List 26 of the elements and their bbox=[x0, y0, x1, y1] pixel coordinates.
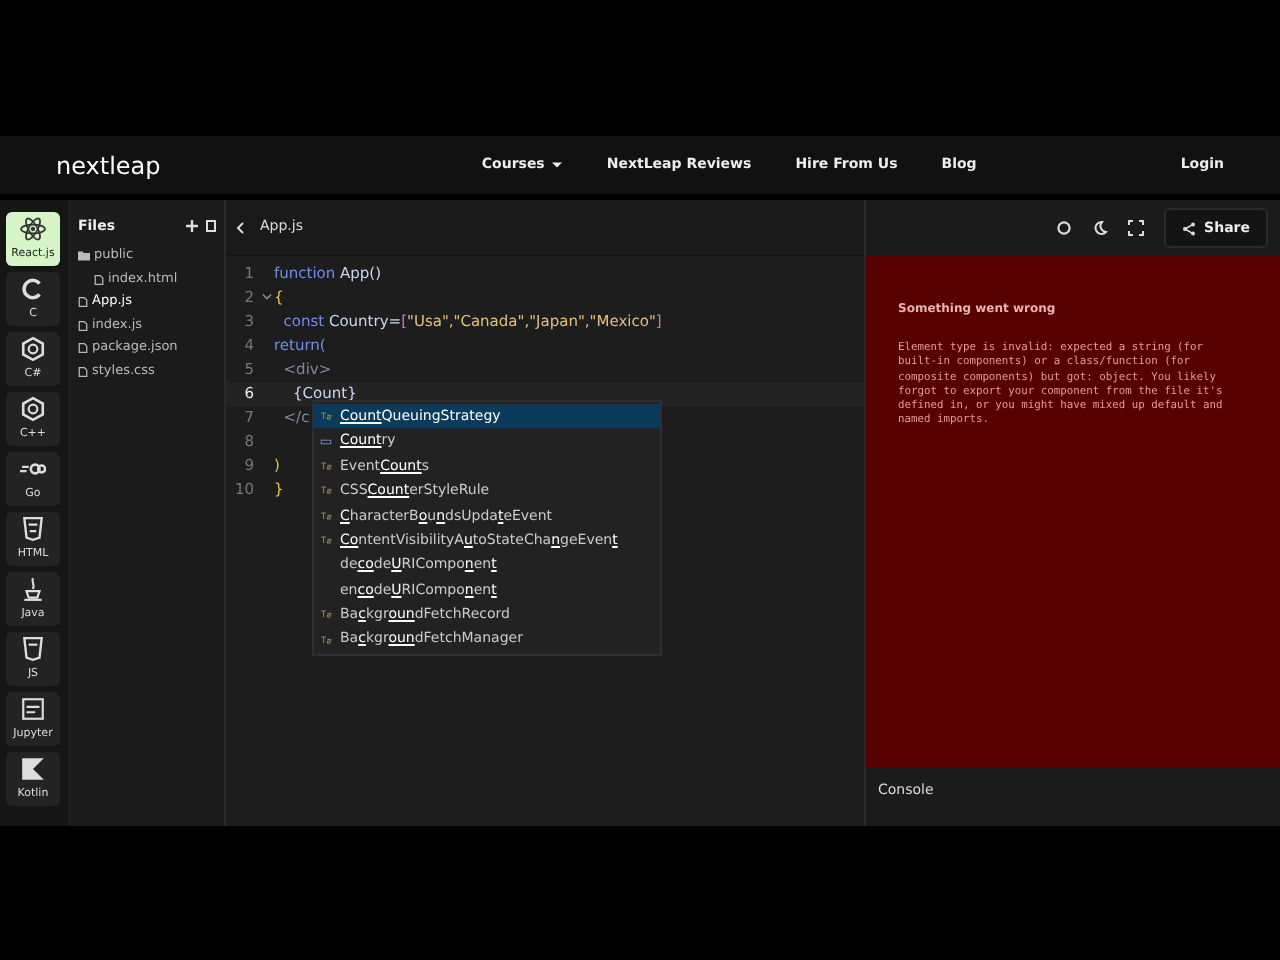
hexagon-icon bbox=[20, 396, 46, 422]
class-icon bbox=[320, 484, 332, 497]
class-icon bbox=[320, 608, 332, 621]
variable-icon bbox=[320, 435, 332, 448]
back-icon[interactable] bbox=[236, 221, 244, 233]
cup-icon bbox=[20, 576, 46, 602]
shield-icon bbox=[20, 516, 46, 542]
class-icon bbox=[320, 534, 332, 547]
brand-logo[interactable]: nextleap bbox=[56, 147, 161, 183]
shield-icon bbox=[20, 636, 46, 662]
class-icon bbox=[320, 410, 332, 423]
moon-icon[interactable] bbox=[1092, 220, 1109, 236]
refresh-icon[interactable] bbox=[1056, 220, 1073, 236]
hexagon-icon bbox=[20, 336, 46, 362]
trash-icon[interactable] bbox=[206, 220, 216, 233]
c-letter-icon bbox=[20, 276, 46, 302]
add-icon[interactable] bbox=[186, 220, 198, 233]
share-icon bbox=[1182, 221, 1197, 235]
class-icon bbox=[320, 633, 332, 646]
class-icon bbox=[320, 459, 332, 472]
atom-icon bbox=[20, 216, 46, 242]
kotlin-logo-icon bbox=[20, 756, 46, 782]
notebook-icon bbox=[20, 696, 46, 722]
folder-icon bbox=[78, 250, 90, 263]
class-icon bbox=[320, 509, 332, 522]
fullscreen-icon[interactable] bbox=[1128, 220, 1145, 236]
